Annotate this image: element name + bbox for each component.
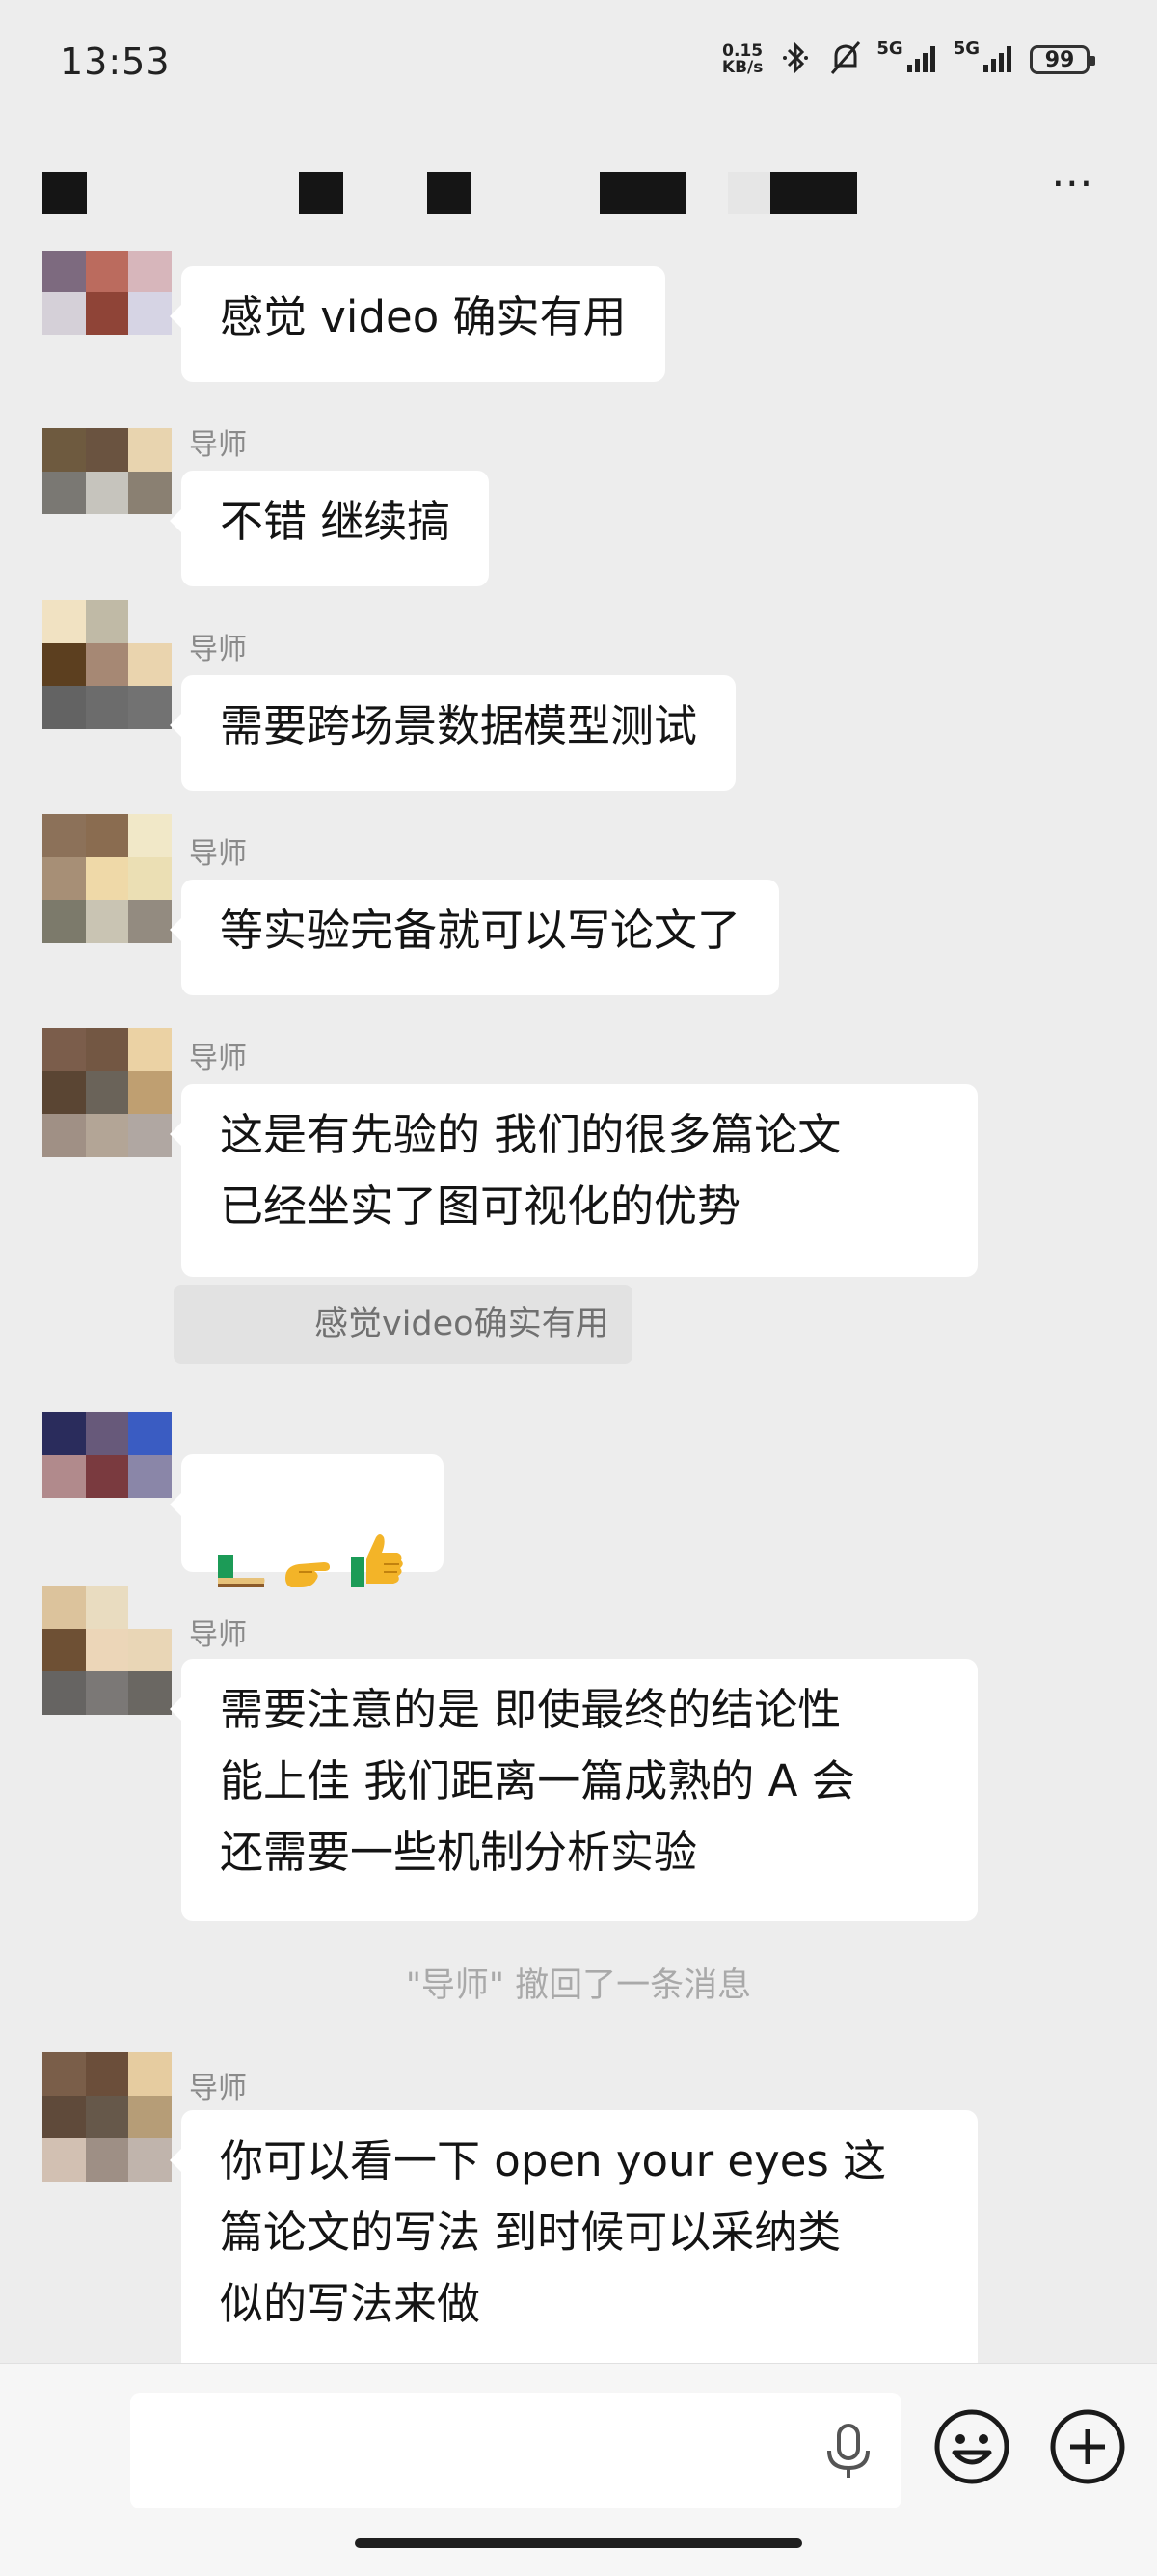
avatar[interactable] — [42, 428, 172, 557]
redacted-title — [728, 172, 770, 214]
bluetooth-icon — [776, 39, 815, 81]
mute-bell-icon — [828, 39, 863, 81]
message-bubble[interactable]: 你可以看一下 open your eyes 这 篇论文的写法 到时候可以采纳类 … — [170, 2110, 978, 2363]
avatar[interactable] — [42, 1028, 172, 1157]
status-time: 13:53 — [60, 41, 171, 83]
signal-icon-2 — [983, 43, 1016, 76]
sender-name: 导师 — [189, 1618, 247, 1652]
sender-name: 导师 — [189, 1042, 247, 1075]
sender-name: 导师 — [189, 837, 247, 871]
quoted-message[interactable]: 感觉video确实有用 — [174, 1285, 632, 1364]
emoji-row — [214, 1534, 411, 1613]
message-bubble[interactable]: 这是有先验的 我们的很多篇论文 已经坐实了图可视化的优势 — [170, 1084, 978, 1277]
thumbs-up-emoji — [349, 1458, 405, 1613]
network-speed: 0.15 KB/s — [721, 41, 764, 77]
home-indicator[interactable] — [355, 2538, 802, 2548]
message-bubble[interactable]: 不错 继续搞 — [169, 471, 490, 586]
avatar[interactable] — [42, 251, 172, 378]
status-icons: 0.15 KB/s 5G 5G 99 — [721, 39, 1095, 81]
avatar[interactable] — [42, 600, 172, 729]
shoe-emoji — [214, 1470, 268, 1613]
pointing-hand-emoji — [282, 1470, 336, 1613]
battery-icon: 99 — [1030, 45, 1095, 74]
avatar[interactable] — [42, 1586, 172, 1715]
message-bubble[interactable]: 感觉 video 确实有用 — [170, 266, 665, 382]
status-bar: 13:53 0.15 KB/s 5G 5G 99 — [0, 0, 1157, 135]
message-input[interactable] — [130, 2393, 901, 2508]
redacted-title — [600, 172, 686, 214]
sender-name: 导师 — [189, 428, 247, 462]
sender-name: 导师 — [189, 2072, 247, 2105]
more-options-icon[interactable]: ⋯ — [1051, 162, 1097, 204]
voice-mic-icon[interactable] — [821, 2422, 875, 2485]
system-message: "导师" 撤回了一条消息 — [405, 1966, 752, 2005]
message-bubble[interactable]: 需要跨场景数据模型测试 — [169, 675, 737, 791]
redacted-title — [42, 172, 87, 214]
message-bubble[interactable]: 需要注意的是 即使最终的结论性 能上佳 我们距离一篇成熟的 A 会 还需要一些机… — [170, 1659, 978, 1921]
redacted-title — [427, 172, 471, 214]
plus-icon[interactable] — [1045, 2404, 1130, 2493]
emoji-smile-icon[interactable] — [929, 2404, 1014, 2493]
sender-name: 导师 — [189, 633, 247, 666]
avatar[interactable] — [42, 1412, 172, 1541]
avatar[interactable] — [42, 814, 172, 943]
chat-title-bar: ⋯ — [0, 135, 1157, 251]
message-bubble[interactable]: 等实验完备就可以写论文了 — [169, 880, 780, 995]
avatar[interactable] — [42, 2052, 172, 2182]
signal-icon — [906, 43, 940, 76]
emoji-message-bubble[interactable] — [170, 1454, 444, 1587]
chat-message-list[interactable]: 感觉 video 确实有用 导师 不错 继续搞 导师 需要跨场景数据模型测试 导… — [0, 251, 1157, 2363]
redacted-title — [770, 172, 857, 214]
redacted-title — [299, 172, 343, 214]
